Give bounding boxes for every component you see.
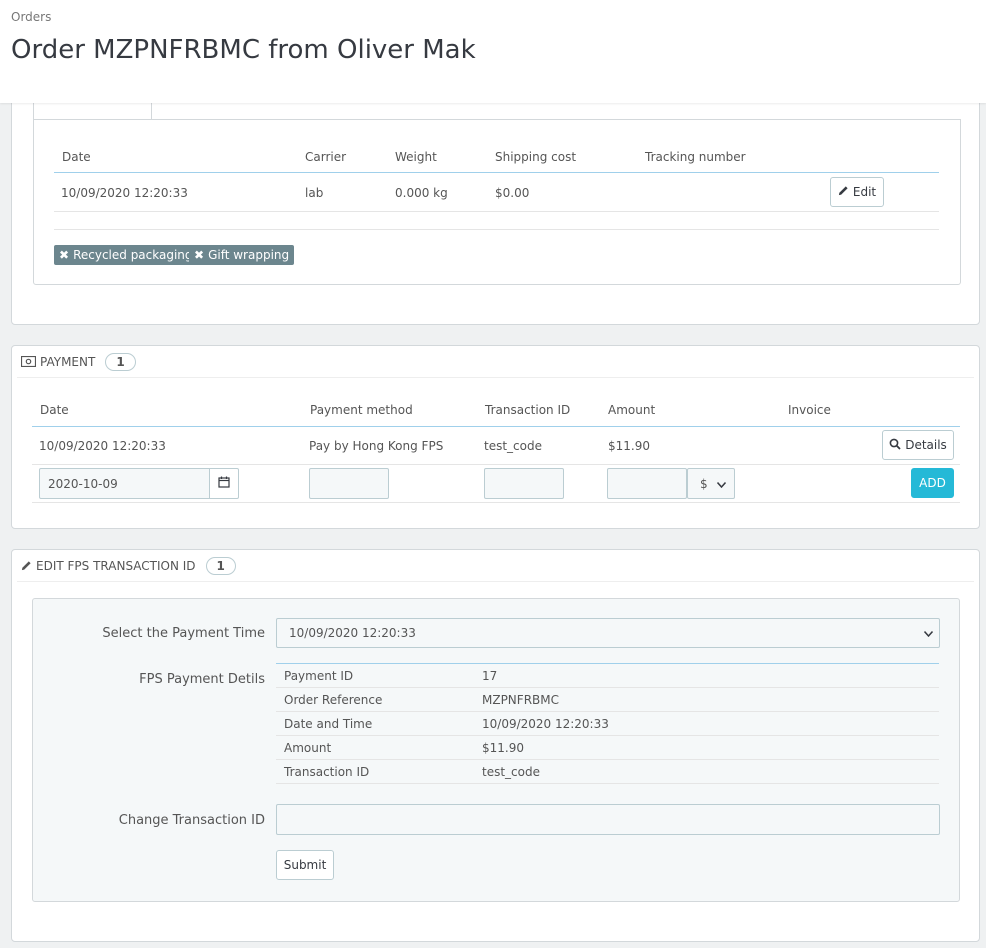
breadcrumb[interactable]: Orders xyxy=(11,10,51,24)
change-transaction-id-input[interactable] xyxy=(276,804,940,835)
column-transaction-id: Transaction ID xyxy=(485,403,571,417)
fps-panel: EDIT FPS TRANSACTION ID 1 Select the Pay… xyxy=(11,549,980,942)
shipping-date: 10/09/2020 12:20:33 xyxy=(61,186,188,200)
shipping-carrier: lab xyxy=(305,186,324,200)
details-value: 10/09/2020 12:20:33 xyxy=(482,717,609,731)
transaction-id-input[interactable] xyxy=(484,468,564,499)
details-label: Details xyxy=(905,438,947,452)
row-divider xyxy=(54,229,939,230)
fps-count-badge: 1 xyxy=(205,556,236,575)
column-date: Date xyxy=(40,403,69,417)
details-key: Transaction ID xyxy=(284,765,370,779)
close-icon: ✖ xyxy=(59,248,70,262)
payment-method-input[interactable] xyxy=(309,468,389,499)
calendar-button[interactable] xyxy=(209,468,239,499)
row-divider xyxy=(54,211,939,212)
search-icon xyxy=(889,438,901,453)
recycled-packaging-tag: ✖ Recycled packaging xyxy=(54,245,198,265)
payment-count-badge: 1 xyxy=(105,352,136,371)
payment-details-button[interactable]: Details xyxy=(882,430,954,460)
details-key: Order Reference xyxy=(284,693,383,707)
money-icon xyxy=(21,356,36,367)
payment-method: Pay by Hong Kong FPS xyxy=(309,439,444,453)
details-value: MZPNFRBMC xyxy=(482,693,559,707)
fps-heading: EDIT FPS TRANSACTION ID 1 xyxy=(17,550,974,582)
details-row-payment-id: Payment ID 17 xyxy=(276,664,939,688)
payment-panel: PAYMENT 1 Date Payment method Transactio… xyxy=(11,345,980,529)
fps-title: EDIT FPS TRANSACTION ID xyxy=(36,558,196,573)
page-header: Orders Order MZPNFRBMC from Oliver Mak xyxy=(0,0,986,103)
chevron-down-icon xyxy=(923,626,934,640)
pencil-icon xyxy=(838,185,849,199)
fps-payment-details-label: FPS Payment Detils xyxy=(139,672,265,687)
chevron-down-icon xyxy=(716,477,727,491)
column-payment-method: Payment method xyxy=(310,403,413,417)
details-value: 17 xyxy=(482,669,498,683)
edit-label: Edit xyxy=(852,185,877,199)
payment-amount: $11.90 xyxy=(608,439,650,453)
details-key: Date and Time xyxy=(284,717,373,731)
details-row-transaction-id: Transaction ID test_code xyxy=(276,760,939,784)
table-header-divider xyxy=(32,426,960,427)
details-value: $11.90 xyxy=(482,741,524,755)
payment-date-input[interactable] xyxy=(39,468,210,499)
submit-button[interactable]: Submit xyxy=(276,850,334,880)
payment-heading: PAYMENT 1 xyxy=(17,346,974,378)
details-value: test_code xyxy=(482,765,540,779)
column-amount: Amount xyxy=(608,403,656,417)
column-invoice: Invoice xyxy=(788,403,831,417)
payment-time-select[interactable]: 10/09/2020 12:20:33 xyxy=(276,618,940,648)
page-title: Order MZPNFRBMC from Oliver Mak xyxy=(11,35,476,65)
table-header-divider xyxy=(54,172,939,173)
change-transaction-id-label: Change Transaction ID xyxy=(118,813,265,828)
amount-input[interactable] xyxy=(607,468,687,499)
edit-shipping-button[interactable]: Edit xyxy=(830,177,884,207)
column-tracking-number: Tracking number xyxy=(645,150,746,164)
details-key: Payment ID xyxy=(284,669,354,683)
payment-transaction-id: test_code xyxy=(484,439,542,453)
shipping-weight: 0.000 kg xyxy=(395,186,448,200)
column-date: Date xyxy=(62,150,91,164)
currency-select[interactable]: $ xyxy=(687,468,735,499)
pencil-icon xyxy=(21,560,32,571)
calendar-icon xyxy=(218,476,230,491)
gift-wrapping-tag: ✖ Gift wrapping xyxy=(189,245,295,265)
close-icon: ✖ xyxy=(194,248,205,262)
details-key: Amount xyxy=(284,741,332,755)
details-row-date-time: Date and Time 10/09/2020 12:20:33 xyxy=(276,712,939,736)
row-divider xyxy=(32,502,960,503)
shipping-cost: $0.00 xyxy=(495,186,530,200)
details-row-amount: Amount $11.90 xyxy=(276,736,939,760)
column-carrier: Carrier xyxy=(305,150,347,164)
payment-title: PAYMENT xyxy=(40,354,96,369)
select-payment-time-label: Select the Payment Time xyxy=(102,626,265,641)
add-payment-button[interactable]: ADD xyxy=(911,468,954,498)
column-shipping-cost: Shipping cost xyxy=(495,150,577,164)
payment-date: 10/09/2020 12:20:33 xyxy=(39,439,166,453)
column-weight: Weight xyxy=(395,150,437,164)
details-row-order-reference: Order Reference MZPNFRBMC xyxy=(276,688,939,712)
row-divider xyxy=(32,464,960,465)
